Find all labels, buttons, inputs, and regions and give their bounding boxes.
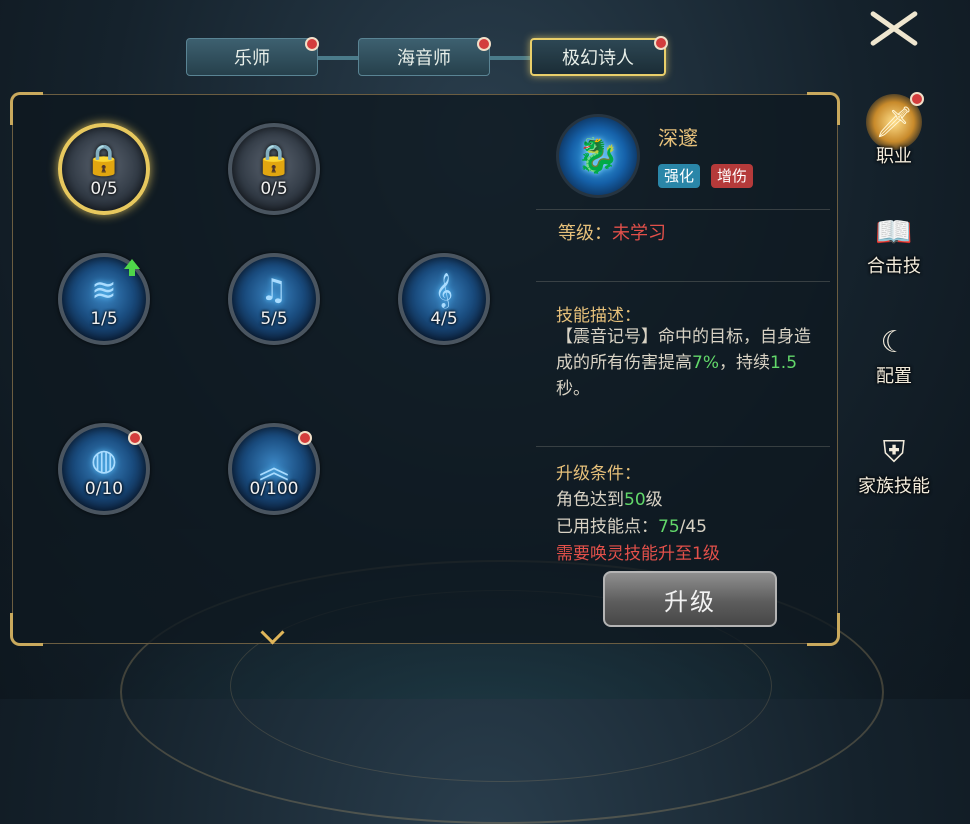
tab-yueshi[interactable]: 乐师 <box>186 37 319 76</box>
condition-level: 角色达到50级 <box>556 485 663 510</box>
skill-grade: 等级：未学习 <box>558 219 666 245</box>
music-notes-icon: ♫ <box>260 273 288 308</box>
dragon-icon: 🐉 <box>556 114 640 198</box>
condition-skill-points: 已用技能点：75/45 <box>556 512 707 537</box>
side-nav-label: 家族技能 <box>858 476 930 497</box>
skill-node-7[interactable]: ︽ 0/100 <box>228 423 320 515</box>
skill-level: 1/5 <box>90 309 118 329</box>
notification-dot <box>910 92 924 106</box>
skill-level: 4/5 <box>430 309 458 329</box>
skill-level: 0/5 <box>90 179 118 199</box>
lock-icon: 🔒 <box>85 143 123 178</box>
notification-dot <box>477 37 491 51</box>
skill-node-4[interactable]: ♫ 5/5 <box>228 253 320 345</box>
skill-level: 0/5 <box>260 179 288 199</box>
tab-connector <box>318 56 358 60</box>
upgrade-button[interactable]: 升级 <box>603 571 777 627</box>
side-nav-label: 职业 <box>876 146 912 167</box>
tag-damage: 增伤 <box>711 164 754 188</box>
tab-label: 海音师 <box>397 48 451 69</box>
tab-label: 极幻诗人 <box>562 48 634 69</box>
tab-label: 乐师 <box>234 48 270 69</box>
desc-text-part: ，持续 <box>718 353 770 373</box>
tab-haiyinshi[interactable]: 海音师 <box>358 37 491 76</box>
notification-dot <box>305 37 319 51</box>
close-button[interactable] <box>862 4 924 52</box>
skill-level: 5/5 <box>260 309 288 329</box>
panel-corner <box>807 613 840 646</box>
condition-prerequisite: 需要唤灵技能升至1级 <box>556 544 720 564</box>
cond-text: 级 <box>645 490 663 510</box>
side-nav-label: 配置 <box>876 366 912 387</box>
notification-dot <box>128 431 142 445</box>
skill-node-3[interactable]: ≋ 1/5 <box>58 253 150 345</box>
skill-node-6[interactable]: ◍ 0/10 <box>58 423 150 515</box>
desc-text-part: 秒。 <box>556 379 590 399</box>
divider <box>536 281 830 282</box>
divider <box>536 446 830 447</box>
upgrade-available-icon <box>124 259 140 276</box>
skill-level: 0/10 <box>84 479 124 499</box>
description-title: 技能描述： <box>556 306 641 326</box>
cond-text: 角色达到 <box>556 490 624 510</box>
grade-label: 等级： <box>558 223 612 244</box>
skill-node-5[interactable]: 𝄞 4/5 <box>398 253 490 345</box>
side-nav-class[interactable]: 🗡 职业 <box>848 92 940 168</box>
notification-dot <box>654 36 668 50</box>
panel-corner <box>10 613 43 646</box>
description-text: 【震音记号】命中的目标，自身造成的所有伤害提高7%，持续1.5秒。 <box>556 324 822 402</box>
desc-value: 7% <box>692 353 719 373</box>
cond-text: /45 <box>679 517 707 537</box>
cond-value: 75 <box>658 517 680 537</box>
tab-jihuanshiren[interactable]: 极幻诗人 <box>530 36 668 76</box>
tag-enhance: 强化 <box>658 164 701 188</box>
tab-connector <box>490 56 530 60</box>
skill-node-1[interactable]: 🔒 0/5 <box>58 123 150 215</box>
notification-dot <box>298 431 312 445</box>
side-nav-combo-skill[interactable]: 📖 合击技 <box>848 204 940 278</box>
divider <box>536 209 830 210</box>
side-nav-config[interactable]: ☾ 配置 <box>848 314 940 388</box>
lock-icon: 🔒 <box>255 143 293 178</box>
skill-name: 深邃 <box>658 126 698 150</box>
skill-level: 0/100 <box>249 479 299 499</box>
side-nav-label: 合击技 <box>867 256 921 277</box>
cond-text: 已用技能点： <box>556 517 658 537</box>
treble-clef-icon: 𝄞 <box>435 273 453 308</box>
grade-value: 未学习 <box>612 223 666 244</box>
desc-value: 1.5 <box>769 353 798 373</box>
shield-dome-icon: ◍ <box>90 443 118 478</box>
side-nav-family-skill[interactable]: ⛨ 家族技能 <box>848 424 940 498</box>
cond-value: 50 <box>624 490 646 510</box>
skill-node-2[interactable]: 🔒 0/5 <box>228 123 320 215</box>
sound-wave-icon: ≋ <box>91 273 117 308</box>
upgrade-conditions-title: 升级条件： <box>556 464 641 484</box>
